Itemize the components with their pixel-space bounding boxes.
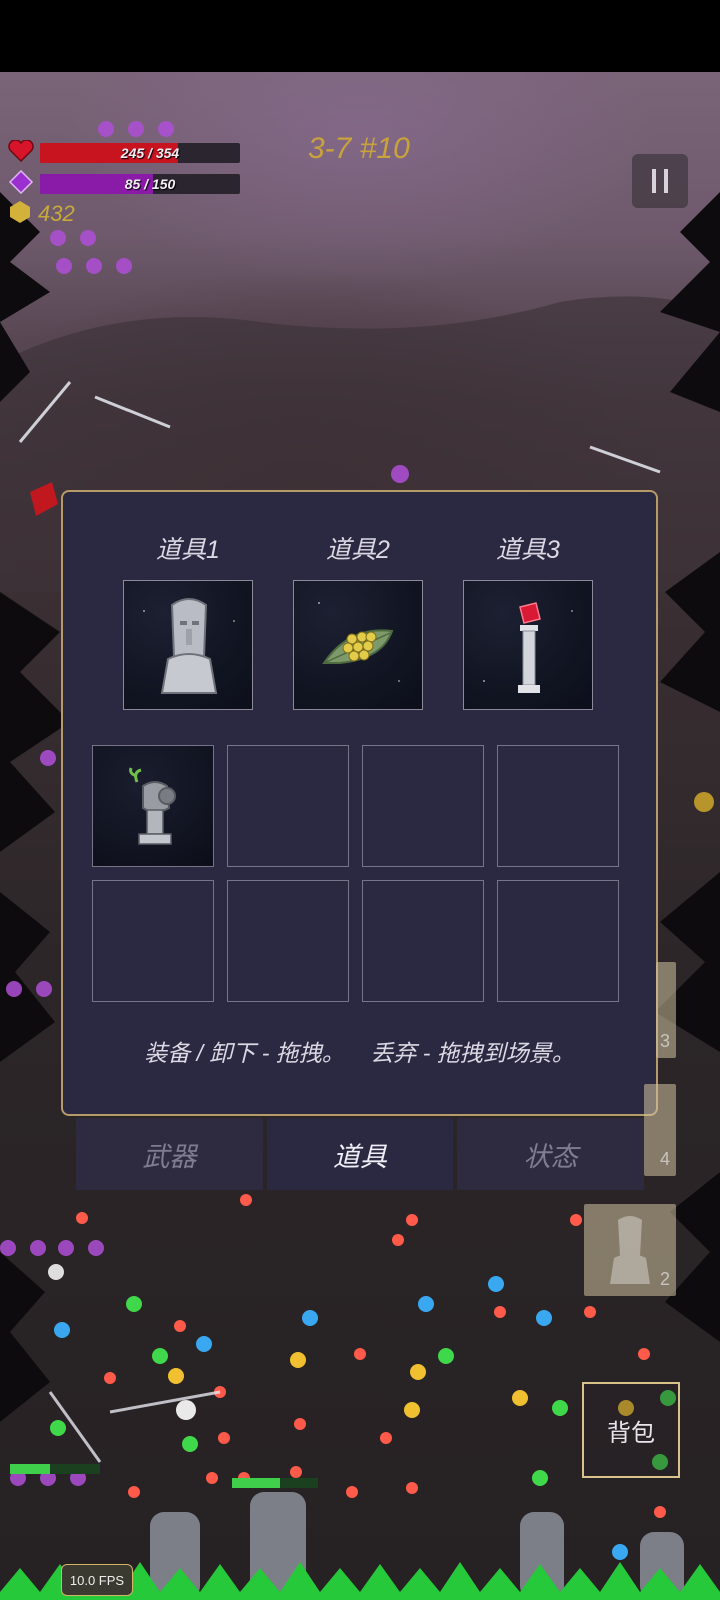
inventory-slot-4[interactable] [497,745,619,867]
inventory-slot-2[interactable] [227,745,349,867]
health-text: 245 / 354 [120,145,180,161]
tab-status[interactable]: 状态 [457,1118,645,1190]
side-card-2[interactable]: 2 [584,1204,676,1296]
side-card-number: 2 [659,1269,670,1289]
equip-slot-3[interactable] [463,580,593,710]
diamond-icon [8,169,34,198]
mana-bar: 85 / 150 [40,174,240,194]
inventory-slot-3[interactable] [362,745,484,867]
side-card-3[interactable]: 3 [656,962,676,1058]
health-bar: 245 / 354 [40,143,240,163]
pause-button[interactable] [632,154,688,208]
panel-tabs: 武器 道具 状态 [76,1118,645,1190]
side-card-number: 4 [659,1149,670,1169]
mana-row: 85 / 150 [8,169,240,198]
leaf-with-seeds-icon [318,602,400,682]
pause-icon [664,169,668,193]
moai-statue-icon [143,598,235,694]
tab-weapons[interactable]: 武器 [76,1118,263,1190]
status-bar [0,0,720,72]
equip-slot-2[interactable] [293,580,423,710]
fps-counter: 10.0 FPS [61,1564,133,1596]
backpack-button[interactable]: 背包 [582,1382,680,1478]
gold-amount: 432 [38,201,75,226]
stage-indicator: 3-7 #10 [308,132,410,165]
equip-slot-1[interactable] [123,580,253,710]
inventory-slot-6[interactable] [227,880,349,1002]
health-row: 245 / 354 [8,139,240,166]
pause-icon [652,169,656,193]
equip-slot-label: 道具1 [156,536,220,564]
inventory-slot-8[interactable] [497,880,619,1002]
inventory-slot-7[interactable] [362,880,484,1002]
side-card-4[interactable]: 4 [644,1084,676,1176]
equip-slot-label: 道具3 [496,536,560,564]
equip-slot-label: 道具2 [326,536,390,564]
coin-icon [8,200,32,228]
items-panel: 道具1 道具2 道具3 装备 / 卸下 - 拖拽。 丢弃 - 拖拽到场景。 [61,490,658,1116]
mana-text: 85 / 150 [124,176,176,192]
gold-row: 432 [8,200,75,228]
inventory-slot-1[interactable] [92,745,214,867]
sprout-stone-head-icon [129,767,176,845]
drag-hint: 装备 / 卸下 - 拖拽。 丢弃 - 拖拽到场景。 [144,1040,575,1066]
side-card-number: 3 [659,1031,670,1051]
red-gem-pillar-icon [483,602,573,693]
heart-icon [8,139,34,166]
tab-items[interactable]: 道具 [266,1118,454,1190]
inventory-slot-5[interactable] [92,880,214,1002]
